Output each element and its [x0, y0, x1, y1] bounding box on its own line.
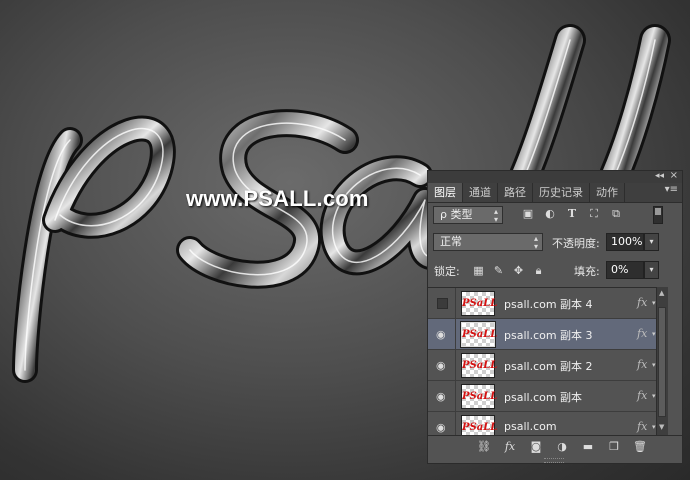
fx-icon[interactable]: fx [637, 358, 647, 371]
adjustment-icon[interactable]: ◑ [554, 439, 570, 455]
layer-name: psall.com [504, 420, 557, 433]
layer-name: psall.com 副本 [504, 391, 583, 404]
layers-panel: ◂◂ × 图层 通道 路径 历史记录 动作 ▾≡ ρ 类型 ▴ ▾ ▣ ◐ T ⛶… [427, 170, 683, 464]
fill-dropdown-icon[interactable]: ▾ [644, 261, 659, 279]
eye-icon: ◉ [436, 421, 446, 434]
panel-tabs: 图层 通道 路径 历史记录 动作 [428, 183, 682, 203]
lock-paint-icon[interactable]: ✎ [492, 264, 505, 277]
layer-thumbnail: PSaLL [460, 321, 497, 348]
visibility-toggle[interactable]: ◉ [428, 381, 456, 412]
fill-input[interactable]: 0% [606, 261, 644, 279]
collapse-icon[interactable]: ◂◂ [655, 171, 664, 181]
lock-all-icon[interactable]: 🔒︎ [532, 264, 545, 277]
resize-grip[interactable] [544, 458, 564, 463]
letter-a [319, 155, 453, 276]
opacity-label: 不透明度: [552, 237, 600, 250]
layer-thumbnail: PSaLL [461, 353, 497, 378]
visibility-toggle[interactable] [428, 288, 456, 319]
layers-bottom-toolbar: ⛓ fx ◙ ◑ ▬ ❐ 🗑︎ [428, 435, 682, 458]
visibility-toggle[interactable]: ◉ [428, 412, 456, 436]
image-filter-icon[interactable]: ▣ [520, 206, 536, 222]
letter-l-first [509, 24, 586, 191]
layer-row[interactable]: ◉ PSaLL psall.com 副本 3 fx ▾ [428, 319, 656, 350]
layer-row[interactable]: ◉ PSaLL psall.com fx ▾ [428, 412, 656, 436]
link-icon[interactable]: ⛓ [476, 439, 492, 455]
filter-toggle-switch[interactable] [653, 206, 663, 224]
filter-label: ρ 类型 [440, 208, 473, 221]
scroll-up-icon[interactable]: ▲ [659, 289, 664, 297]
letter-p [12, 115, 176, 383]
lock-position-icon[interactable]: ✥ [512, 264, 525, 277]
layer-row[interactable]: ◉ PSaLL psall.com 副本 fx ▾ [428, 381, 656, 412]
close-icon[interactable]: × [670, 170, 678, 181]
tab-actions[interactable]: 动作 [590, 183, 625, 202]
hidden-box-icon [437, 298, 448, 309]
tab-channels[interactable]: 通道 [463, 183, 498, 202]
lock-label: 锁定: [434, 265, 460, 278]
type-filter-icon[interactable]: T [564, 206, 580, 222]
blend-mode-value: 正常 [440, 235, 462, 248]
filter-icons: ▣ ◐ T ⛶ ⧉ [520, 206, 624, 222]
fx-icon[interactable]: fx [637, 420, 647, 433]
watermark-text: www.PSALL.com [186, 186, 369, 211]
scroll-down-icon[interactable]: ▼ [659, 423, 664, 431]
fx-icon[interactable]: fx [637, 389, 647, 402]
layer-row[interactable]: PSaLL psall.com 副本 4 fx ▾ [428, 288, 656, 319]
layer-thumbnail: PSaLL [461, 415, 497, 436]
eye-icon: ◉ [436, 328, 446, 341]
blend-mode-select[interactable]: 正常 ▴ ▾ [433, 233, 543, 251]
group-folder-icon[interactable]: ▬ [580, 439, 596, 455]
letter-l-second [599, 24, 671, 191]
eye-icon: ◉ [436, 390, 446, 403]
layer-name: psall.com 副本 2 [504, 360, 593, 373]
select-arrows-icon: ▴ ▾ [493, 207, 498, 224]
shape-filter-icon[interactable]: ⛶ [586, 206, 602, 222]
fill-label: 填充: [574, 265, 600, 278]
layer-thumbnail: PSaLL [461, 384, 497, 409]
visibility-toggle[interactable]: ◉ [428, 319, 456, 350]
layer-row[interactable]: ◉ PSaLL psall.com 副本 2 fx ▾ [428, 350, 656, 381]
fx-icon[interactable]: fx [502, 439, 518, 455]
layer-name: psall.com 副本 3 [504, 329, 593, 342]
tab-history[interactable]: 历史记录 [533, 183, 590, 202]
layer-list: PSaLL psall.com 副本 4 fx ▾ ◉ PSaLL psall.… [428, 287, 656, 436]
tab-layers[interactable]: 图层 [428, 183, 463, 202]
tab-paths[interactable]: 路径 [498, 183, 533, 202]
panel-title-bar[interactable]: ◂◂ × [428, 170, 682, 183]
opacity-input[interactable]: 100% [606, 233, 644, 251]
layer-list-scrollbar[interactable]: ▲ ▼ [656, 287, 668, 435]
fx-icon[interactable]: fx [637, 296, 647, 309]
smart-object-filter-icon[interactable]: ⧉ [608, 206, 624, 222]
lock-transparency-icon[interactable]: ▦ [472, 264, 485, 277]
panel-menu-icon[interactable]: ▾≡ [665, 184, 678, 195]
layer-filter-select[interactable]: ρ 类型 ▴ ▾ [433, 206, 503, 224]
opacity-dropdown-icon[interactable]: ▾ [644, 233, 659, 251]
visibility-toggle[interactable]: ◉ [428, 350, 456, 381]
mask-icon[interactable]: ◙ [528, 439, 544, 455]
lock-icons: ▦ ✎ ✥ 🔒︎ [472, 264, 545, 277]
fx-icon[interactable]: fx [637, 327, 647, 340]
eye-icon: ◉ [436, 359, 446, 372]
select-arrows-icon: ▴ ▾ [533, 234, 538, 251]
layer-thumbnail: PSaLL [461, 291, 497, 316]
new-layer-icon[interactable]: ❐ [606, 439, 622, 455]
scroll-thumb[interactable] [658, 307, 666, 417]
layer-name: psall.com 副本 4 [504, 298, 593, 311]
trash-icon[interactable]: 🗑︎ [632, 439, 648, 455]
adjustment-filter-icon[interactable]: ◐ [542, 206, 558, 222]
